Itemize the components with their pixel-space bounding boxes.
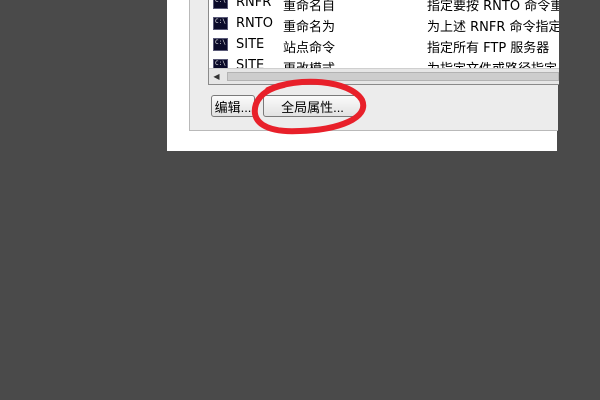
command-code: SITE	[236, 37, 265, 52]
command-prompt-icon: C:\	[213, 0, 228, 9]
command-description: 为上述 RNFR 命令指定	[427, 20, 559, 35]
command-code: RNTO	[236, 16, 273, 31]
command-description: 指定所有 FTP 服务器	[427, 41, 550, 56]
command-list[interactable]: C:\ RNFR 重命名自 指定要按 RNTO 命令重 C:\ RNTO 重命名…	[208, 0, 559, 85]
list-item[interactable]: C:\ SITE 站点命令 指定所有 FTP 服务器	[209, 35, 559, 56]
command-name: 重命名自	[283, 0, 336, 14]
command-prompt-icon: C:\	[213, 17, 228, 30]
command-code: RNFR	[236, 0, 272, 10]
horizontal-scrollbar[interactable]: ◀	[209, 68, 559, 84]
list-item[interactable]: C:\ RNTO 重命名为 为上述 RNFR 命令指定	[209, 14, 559, 35]
scrollbar-thumb[interactable]	[227, 72, 559, 81]
command-description: 指定要按 RNTO 命令重	[427, 0, 559, 14]
scroll-left-arrow-icon[interactable]: ◀	[210, 70, 223, 83]
command-name: 站点命令	[283, 41, 336, 56]
dialog-panel: C:\ RNFR 重命名自 指定要按 RNTO 命令重 C:\ RNTO 重命名…	[189, 0, 559, 131]
edit-button[interactable]: 编辑...	[211, 95, 255, 117]
application-window: C:\ RNFR 重命名自 指定要按 RNTO 命令重 C:\ RNTO 重命名…	[167, 0, 559, 151]
command-list-rows: C:\ RNFR 重命名自 指定要按 RNTO 命令重 C:\ RNTO 重命名…	[209, 0, 559, 77]
global-properties-button[interactable]: 全局属性...	[263, 95, 362, 117]
list-item[interactable]: C:\ RNFR 重命名自 指定要按 RNTO 命令重	[209, 0, 559, 14]
command-name: 重命名为	[283, 20, 336, 35]
command-prompt-icon: C:\	[213, 38, 228, 51]
